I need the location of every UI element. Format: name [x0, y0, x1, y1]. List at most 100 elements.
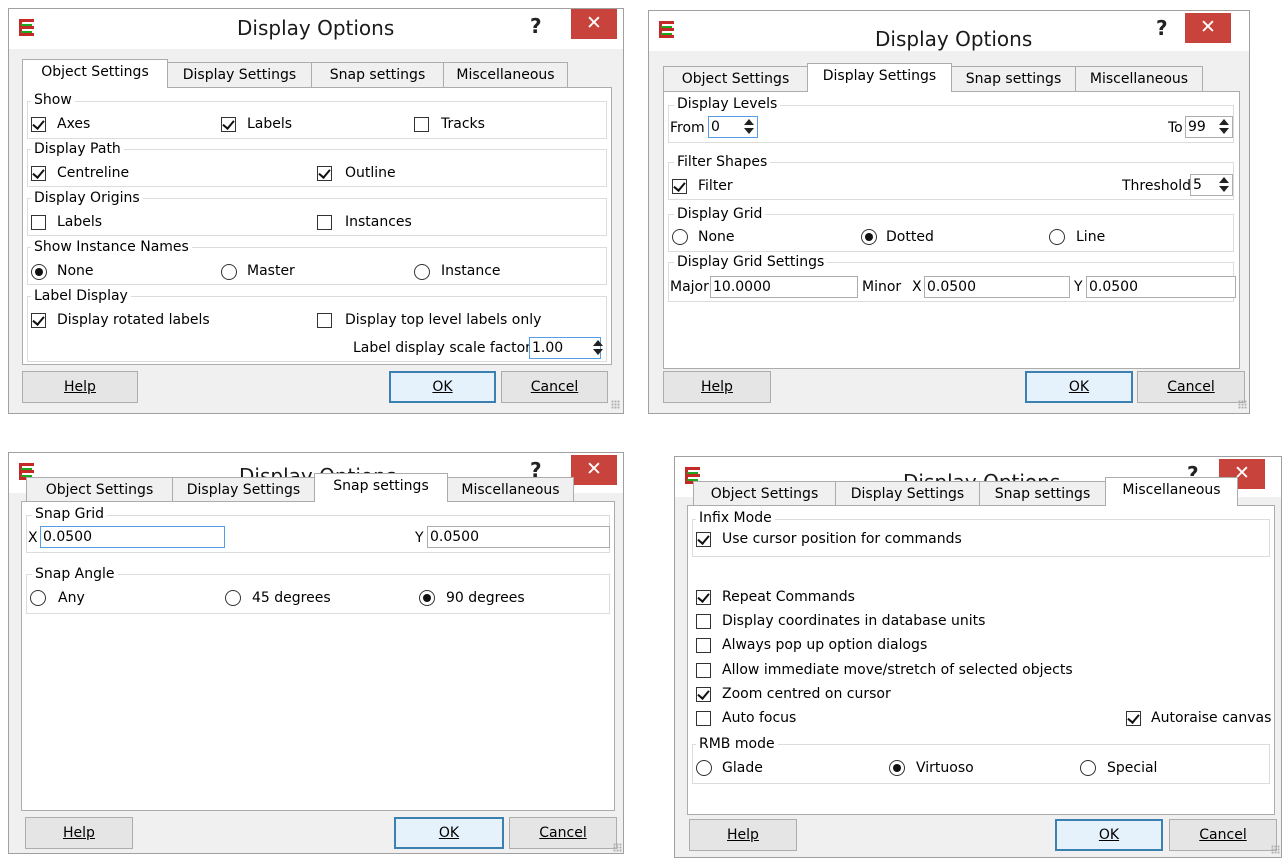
ok-button[interactable]: OK: [1025, 371, 1133, 403]
instances-label: Instances: [345, 214, 412, 230]
db-units-checkbox[interactable]: [696, 614, 711, 629]
top-level-labels-checkbox[interactable]: [317, 313, 332, 328]
labels-checkbox[interactable]: [221, 117, 236, 132]
context-help-icon[interactable]: ?: [530, 14, 542, 38]
threshold-spinner-icon[interactable]: [1217, 175, 1231, 195]
snap-angle-any-radio[interactable]: [30, 590, 46, 606]
use-cursor-checkbox[interactable]: [696, 532, 711, 547]
tab-snap-settings[interactable]: Snap settings: [979, 481, 1106, 507]
scale-factor-spinner-icon[interactable]: [591, 338, 605, 358]
resize-grip-icon[interactable]: [613, 843, 622, 852]
group-title: Display Grid: [674, 206, 766, 222]
master-label: Master: [247, 263, 295, 279]
rmb-special-radio[interactable]: [1080, 760, 1096, 776]
help-button[interactable]: Help: [663, 371, 771, 403]
tab-snap-settings[interactable]: Snap settings: [314, 473, 448, 502]
snap-y-input[interactable]: 0.0500: [427, 526, 610, 548]
db-units-label: Display coordinates in database units: [722, 613, 986, 629]
cancel-button[interactable]: Cancel: [509, 817, 617, 849]
title-bar[interactable]: Display Options ? ✕: [9, 9, 623, 49]
tab-display-settings[interactable]: Display Settings: [172, 477, 315, 503]
tab-snap-settings[interactable]: Snap settings: [951, 66, 1076, 92]
ok-button[interactable]: OK: [1055, 819, 1163, 851]
ok-button[interactable]: OK: [389, 371, 496, 403]
outline-checkbox[interactable]: [317, 166, 332, 181]
origin-labels-checkbox[interactable]: [31, 215, 46, 230]
auto-focus-label: Auto focus: [722, 710, 797, 726]
tab-miscellaneous[interactable]: Miscellaneous: [1075, 66, 1203, 92]
close-button[interactable]: ✕: [571, 9, 617, 39]
tab-snap-settings[interactable]: Snap settings: [311, 62, 444, 88]
tab-object-settings[interactable]: Object Settings: [663, 66, 808, 92]
tab-display-settings[interactable]: Display Settings: [807, 63, 952, 92]
instances-checkbox[interactable]: [317, 215, 332, 230]
close-button[interactable]: ✕: [1185, 13, 1231, 43]
instance-names-instance-radio[interactable]: [414, 264, 430, 280]
grid-none-radio[interactable]: [672, 229, 688, 245]
centreline-checkbox[interactable]: [31, 166, 46, 181]
ok-button[interactable]: OK: [394, 817, 504, 849]
title-bar[interactable]: Display Options ? ✕: [649, 11, 1249, 51]
grid-dotted-radio[interactable]: [861, 229, 877, 245]
cancel-button-label: Cancel: [530, 379, 579, 395]
rmb-virtuoso-radio[interactable]: [889, 760, 905, 776]
snap-x-label: X: [28, 530, 38, 546]
popup-dialogs-checkbox[interactable]: [696, 638, 711, 653]
tracks-checkbox[interactable]: [414, 117, 429, 132]
rmb-glade-radio[interactable]: [696, 760, 712, 776]
resize-grip-icon[interactable]: [1271, 845, 1280, 854]
minor-x-input[interactable]: 0.0500: [924, 276, 1070, 298]
close-button[interactable]: ✕: [571, 455, 617, 485]
repeat-commands-checkbox[interactable]: [696, 590, 711, 605]
use-cursor-label: Use cursor position for commands: [722, 531, 962, 547]
tab-panel: Snap Grid X 0.0500 Y 0.0500 Snap Angle A…: [21, 501, 615, 811]
zoom-centred-checkbox[interactable]: [696, 687, 711, 702]
cancel-button[interactable]: Cancel: [1169, 819, 1277, 851]
auto-focus-checkbox[interactable]: [696, 711, 711, 726]
tab-miscellaneous[interactable]: Miscellaneous: [1105, 477, 1238, 506]
popup-dialogs-label: Always pop up option dialogs: [722, 637, 928, 653]
snap-angle-45-radio[interactable]: [225, 590, 241, 606]
snap-angle-90-radio[interactable]: [419, 590, 435, 606]
rotated-labels-checkbox[interactable]: [31, 313, 46, 328]
minor-x-label: X: [912, 279, 922, 295]
group-show: [27, 101, 607, 139]
autoraise-canvas-checkbox[interactable]: [1126, 711, 1141, 726]
help-button[interactable]: Help: [25, 817, 133, 849]
grid-line-radio[interactable]: [1049, 229, 1065, 245]
labels-label: Labels: [247, 116, 293, 132]
tab-object-settings[interactable]: Object Settings: [693, 481, 836, 507]
resize-grip-icon[interactable]: [611, 400, 620, 409]
context-help-icon[interactable]: ?: [1156, 16, 1168, 40]
grid-dotted-label: Dotted: [886, 229, 934, 245]
minor-y-input[interactable]: 0.0500: [1086, 276, 1236, 298]
resize-grip-icon[interactable]: [1238, 400, 1247, 409]
help-button[interactable]: Help: [22, 371, 138, 403]
filter-checkbox[interactable]: [672, 179, 687, 194]
snap-x-input[interactable]: 0.0500: [40, 526, 225, 548]
filter-label: Filter: [698, 178, 733, 194]
immediate-move-checkbox[interactable]: [696, 663, 711, 678]
tab-panel: Show Axes Labels Tracks Display Path Cen…: [22, 87, 612, 365]
tab-miscellaneous[interactable]: Miscellaneous: [443, 62, 568, 88]
instance-names-master-radio[interactable]: [221, 264, 237, 280]
axes-checkbox[interactable]: [31, 117, 46, 132]
cancel-button[interactable]: Cancel: [501, 371, 608, 403]
tab-object-settings[interactable]: Object Settings: [26, 477, 173, 503]
to-spinner-icon[interactable]: [1217, 117, 1231, 137]
tab-miscellaneous[interactable]: Miscellaneous: [447, 477, 574, 503]
instance-names-none-radio[interactable]: [31, 264, 47, 280]
dialog-snap-settings: Display Options ? ✕ Object Settings Disp…: [8, 452, 624, 854]
instance-label: Instance: [441, 263, 501, 279]
zoom-centred-label: Zoom centred on cursor: [722, 686, 891, 702]
tab-display-settings[interactable]: Display Settings: [835, 481, 980, 507]
from-spinner-icon[interactable]: [742, 117, 756, 137]
tab-display-settings[interactable]: Display Settings: [167, 62, 312, 88]
cancel-button[interactable]: Cancel: [1137, 371, 1245, 403]
grid-none-label: None: [698, 229, 735, 245]
tab-object-settings[interactable]: Object Settings: [22, 59, 168, 88]
major-input[interactable]: 10.0000: [710, 276, 858, 298]
help-button[interactable]: Help: [689, 819, 797, 851]
help-button-label: Help: [64, 379, 96, 395]
app-icon: [659, 21, 674, 38]
